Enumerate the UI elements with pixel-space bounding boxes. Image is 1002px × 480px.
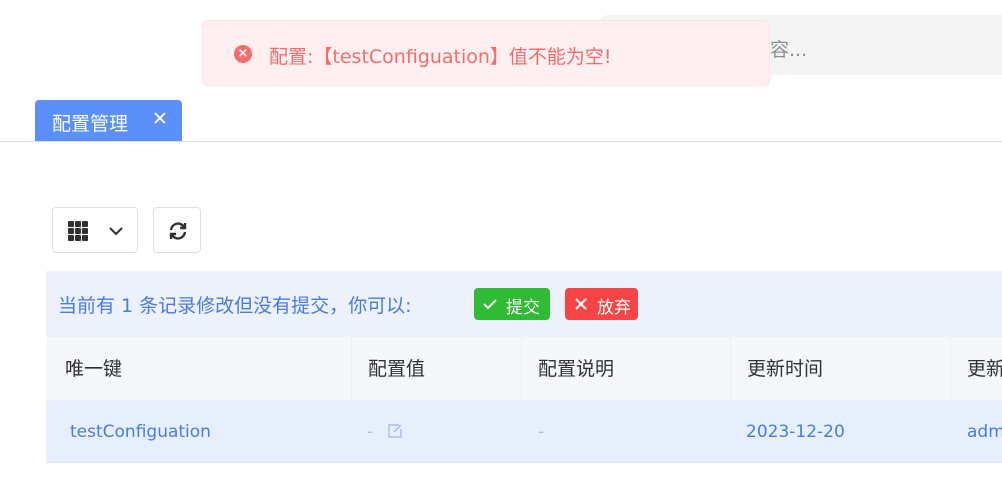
submit-button[interactable]: 提交 [474,288,550,320]
error-icon: × [234,45,252,63]
discard-button[interactable]: 放弃 [565,288,638,320]
cell-description: - [538,422,545,442]
discard-label: 放弃 [597,298,631,318]
pending-changes-message: 当前有 1 条记录修改但没有提交，你可以: [58,295,412,317]
edit-icon[interactable] [387,423,403,439]
column-header-value[interactable]: 配置值 [352,337,522,401]
cell-value-text: - [367,422,374,442]
pending-changes-bar: 当前有 1 条记录修改但没有提交，你可以: 提交 放弃 [46,271,1002,337]
column-header-key[interactable]: 唯一键 [46,337,352,401]
cell-updated-at: 2023-12-20 [746,422,845,442]
check-icon [483,299,497,310]
search-placeholder: 容... [770,39,808,61]
submit-label: 提交 [506,298,540,318]
grid-icon [68,221,88,241]
column-header-updated-by[interactable]: 更新 [951,337,1002,401]
error-toast: × 配置:【testConfiguation】值不能为空! [202,20,770,86]
column-header-updated-at[interactable]: 更新时间 [731,337,951,401]
refresh-icon [169,222,187,240]
cell-value[interactable]: - [367,401,403,463]
column-header-description[interactable]: 配置说明 [522,337,731,401]
tab-config-management[interactable]: 配置管理 ✕ [35,100,182,141]
chevron-down-icon [109,227,123,236]
refresh-button[interactable] [153,207,201,253]
table-header: 唯一键 配置值 配置说明 更新时间 更新 [46,337,1002,401]
cell-updated-by: adm [967,422,1002,442]
table-row[interactable]: testConfiguation - - 2023-12-20 adm [46,401,1002,463]
close-icon[interactable]: ✕ [152,108,168,130]
close-icon [575,298,587,310]
toast-message: 配置:【testConfiguation】值不能为空! [269,46,612,68]
cell-key[interactable]: testConfiguation [70,401,211,463]
tab-divider [0,141,1002,142]
tab-label: 配置管理 [52,113,129,135]
columns-dropdown-button[interactable] [52,207,138,253]
